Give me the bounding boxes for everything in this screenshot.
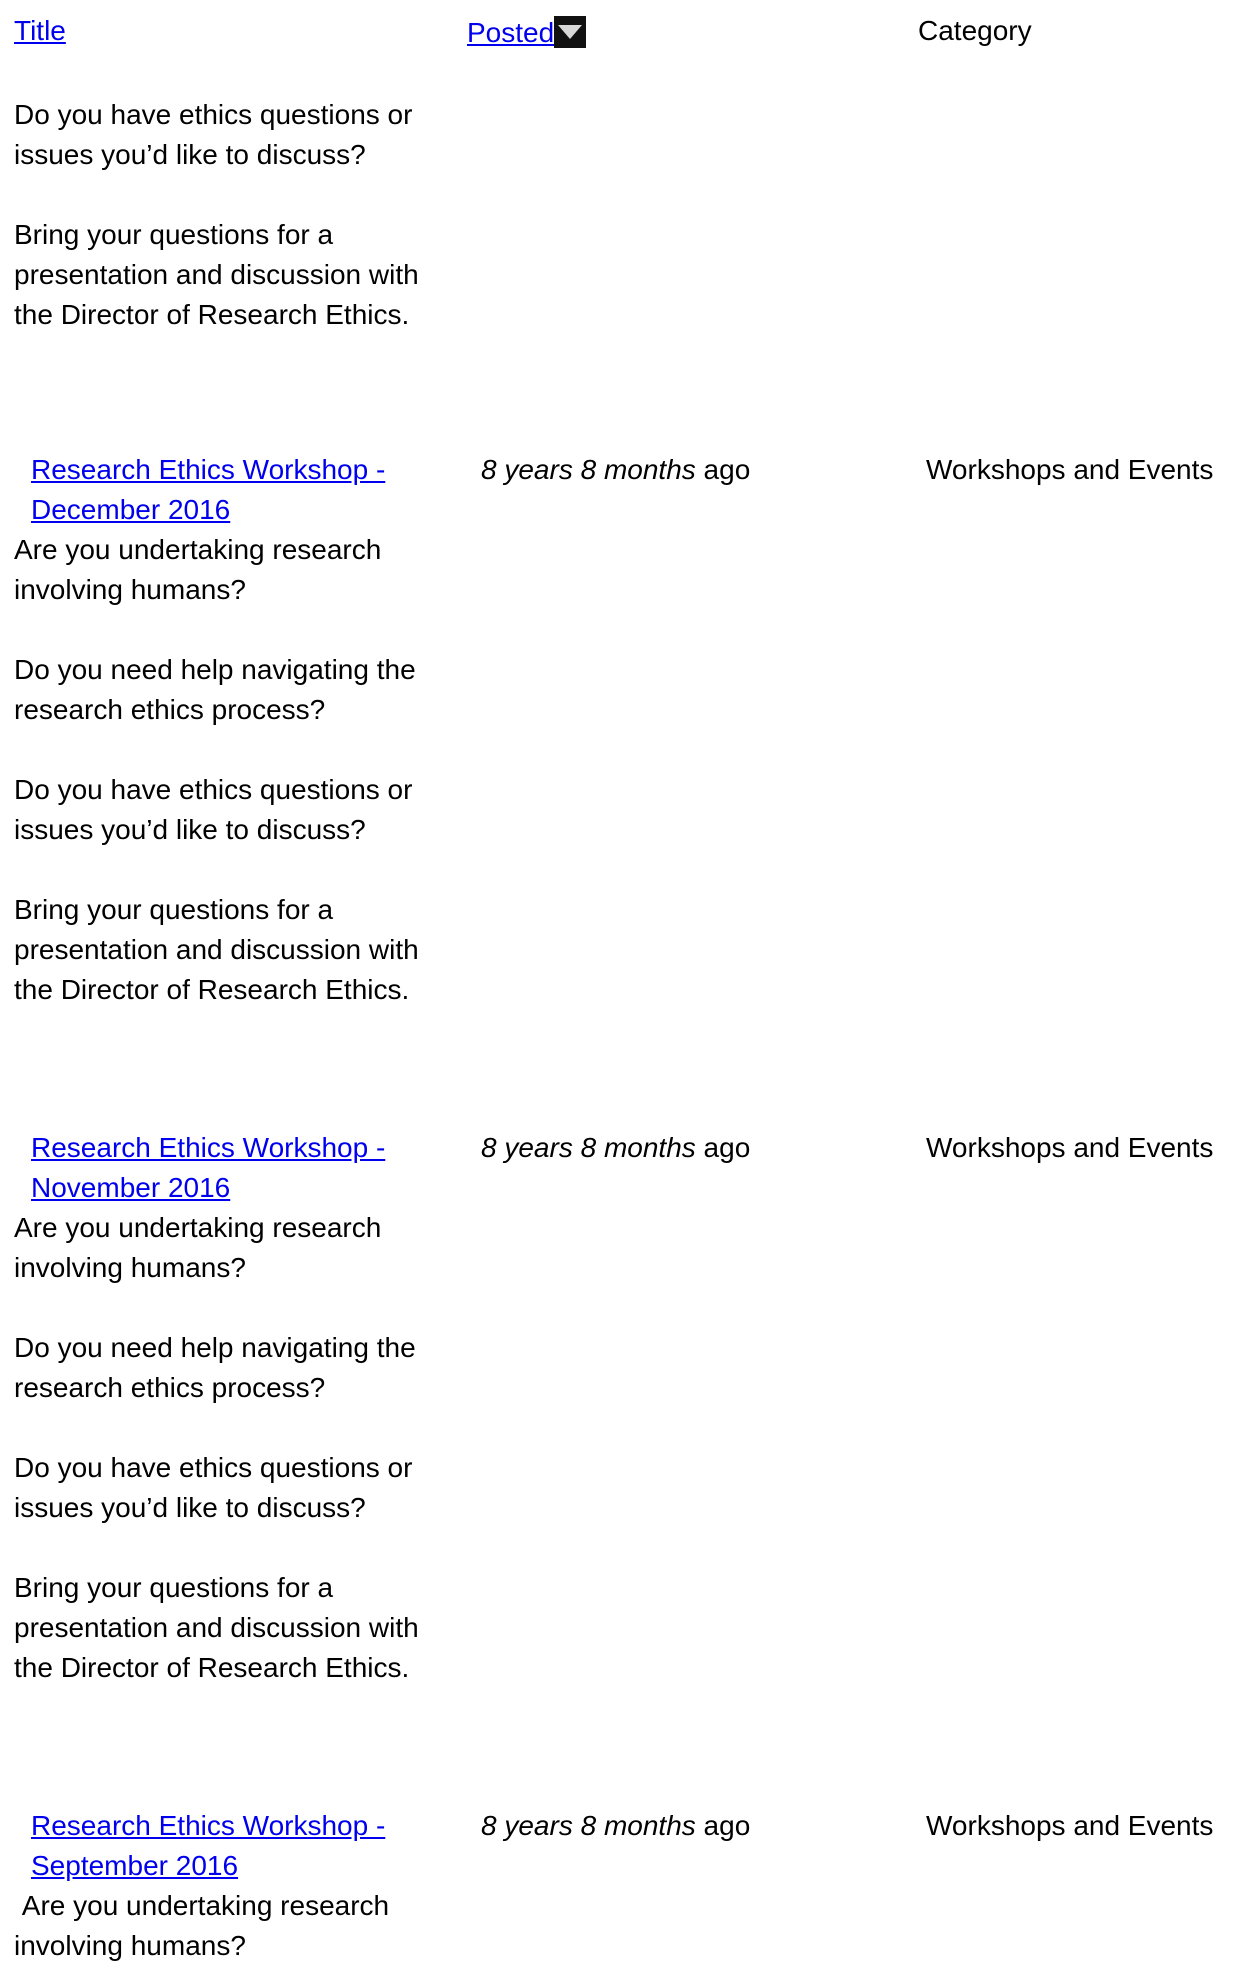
column-header-category: Category	[918, 15, 1032, 46]
table-row-title-cell: Research Ethics Workshop - December 2016…	[14, 450, 444, 1010]
body-paragraph: Are you undertaking research involving h…	[14, 534, 382, 605]
body-paragraph: Bring your questions for a presentation …	[14, 219, 419, 330]
row-category: Workshops and Events	[926, 1810, 1214, 1841]
row-title-link[interactable]: Research Ethics Workshop - December 2016	[14, 454, 385, 525]
row-posted-date: 8 years 8 months ago	[481, 1128, 750, 1168]
body-paragraph: Do you need help navigating the research…	[14, 1332, 416, 1403]
column-header-title[interactable]: Title	[14, 14, 66, 48]
posted-suffix: ago	[695, 1810, 751, 1841]
body-paragraph: Do you need help navigating the research…	[14, 654, 416, 725]
posted-suffix: ago	[695, 1132, 751, 1163]
row-category: Workshops and Events	[926, 454, 1214, 485]
posted-suffix: ago	[695, 454, 751, 485]
body-paragraph: Are you undertaking research involving h…	[14, 1890, 397, 1961]
sort-descending-icon[interactable]	[554, 16, 587, 48]
row-title: Research Ethics Workshop - September 201…	[14, 1806, 444, 1886]
previous-row-body: Do you have ethics questions or issues y…	[14, 95, 444, 335]
row-title-link[interactable]: Research Ethics Workshop - November 2016	[14, 1132, 385, 1203]
posted-age: 8 years 8 months	[481, 454, 696, 485]
row-title: Research Ethics Workshop - December 2016	[14, 450, 444, 530]
sort-by-posted-link[interactable]: Posted	[467, 17, 554, 48]
row-title: Research Ethics Workshop - November 2016	[14, 1128, 444, 1208]
body-paragraph: Are you undertaking research involving h…	[14, 1212, 382, 1283]
table-row-title-cell: Research Ethics Workshop - November 2016…	[14, 1128, 444, 1688]
body-paragraph: Bring your questions for a presentation …	[14, 894, 419, 1005]
row-title-link[interactable]: Research Ethics Workshop - September 201…	[14, 1810, 385, 1881]
results-table: Title Posted Category Do you have ethics…	[0, 0, 1259, 1968]
posted-age: 8 years 8 months	[481, 1132, 696, 1163]
posted-age: 8 years 8 months	[481, 1810, 696, 1841]
column-header-posted[interactable]: Posted	[467, 16, 587, 50]
row-posted-date: 8 years 8 months ago	[481, 1806, 750, 1846]
body-paragraph: Do you have ethics questions or issues y…	[14, 1452, 413, 1523]
body-paragraph: Do you have ethics questions or issues y…	[14, 774, 413, 845]
row-posted-date: 8 years 8 months ago	[481, 450, 750, 490]
body-paragraph: Do you have ethics questions or issues y…	[14, 99, 413, 170]
sort-by-title-link[interactable]: Title	[14, 15, 66, 46]
table-row-title-cell: Research Ethics Workshop - September 201…	[14, 1806, 444, 1966]
row-category: Workshops and Events	[926, 1132, 1214, 1163]
body-paragraph: Bring your questions for a presentation …	[14, 1572, 419, 1683]
